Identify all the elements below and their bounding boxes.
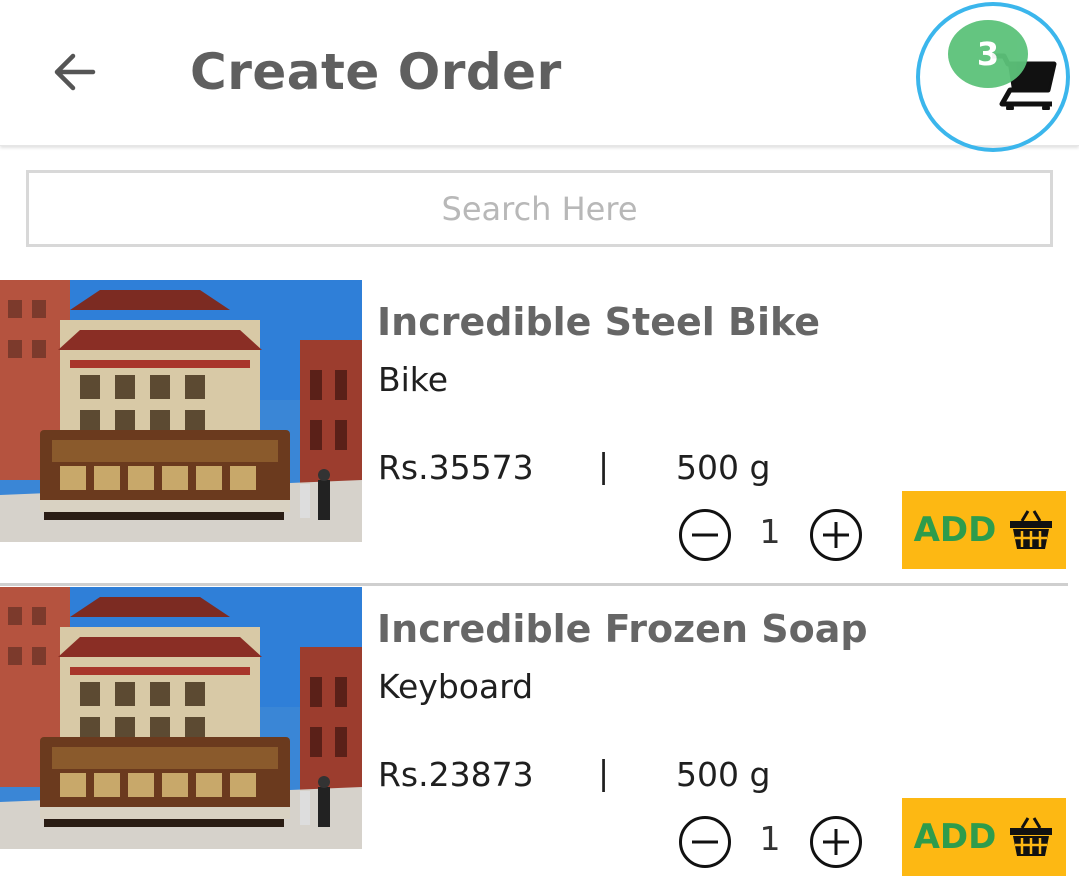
minus-circle-icon: [679, 509, 731, 561]
product-category: Keyboard: [378, 667, 534, 706]
add-button-label: ADD: [913, 510, 997, 550]
increase-quantity-button[interactable]: [809, 815, 862, 868]
arrow-left-icon: [54, 53, 96, 91]
product-name: Incredible Steel Bike: [377, 300, 821, 344]
product-image: [0, 280, 362, 542]
decrease-quantity-button[interactable]: [678, 508, 731, 561]
back-button[interactable]: [44, 44, 104, 100]
product-weight: 500 g: [676, 448, 771, 487]
page-title: Create Order: [190, 43, 562, 101]
add-button-label: ADD: [913, 817, 997, 857]
basket-icon: [1010, 510, 1053, 549]
product-image: [0, 587, 362, 849]
cart-count-badge: 3: [948, 20, 1028, 88]
plus-circle-icon: [810, 509, 862, 561]
basket-icon: [1010, 817, 1053, 856]
quantity-value: 1: [759, 512, 781, 551]
search-input[interactable]: [29, 172, 1050, 245]
product-price: Rs.23873: [378, 755, 534, 794]
search-box: [26, 170, 1053, 247]
product-card[interactable]: Incredible Steel Bike Bike Rs.35573 | 50…: [0, 280, 1079, 580]
product-category: Bike: [378, 360, 449, 399]
quantity-value: 1: [759, 819, 781, 858]
plus-circle-icon: [810, 816, 862, 868]
price-weight-separator: |: [598, 446, 610, 485]
product-divider: [0, 583, 1068, 586]
increase-quantity-button[interactable]: [809, 508, 862, 561]
product-card[interactable]: Incredible Frozen Soap Keyboard Rs.23873…: [0, 587, 1079, 887]
add-to-cart-button[interactable]: ADD: [902, 491, 1066, 569]
add-to-cart-button[interactable]: ADD: [902, 798, 1066, 876]
decrease-quantity-button[interactable]: [678, 815, 731, 868]
product-price: Rs.35573: [378, 448, 534, 487]
product-weight: 500 g: [676, 755, 771, 794]
minus-circle-icon: [679, 816, 731, 868]
price-weight-separator: |: [598, 753, 610, 792]
product-name: Incredible Frozen Soap: [377, 607, 868, 651]
